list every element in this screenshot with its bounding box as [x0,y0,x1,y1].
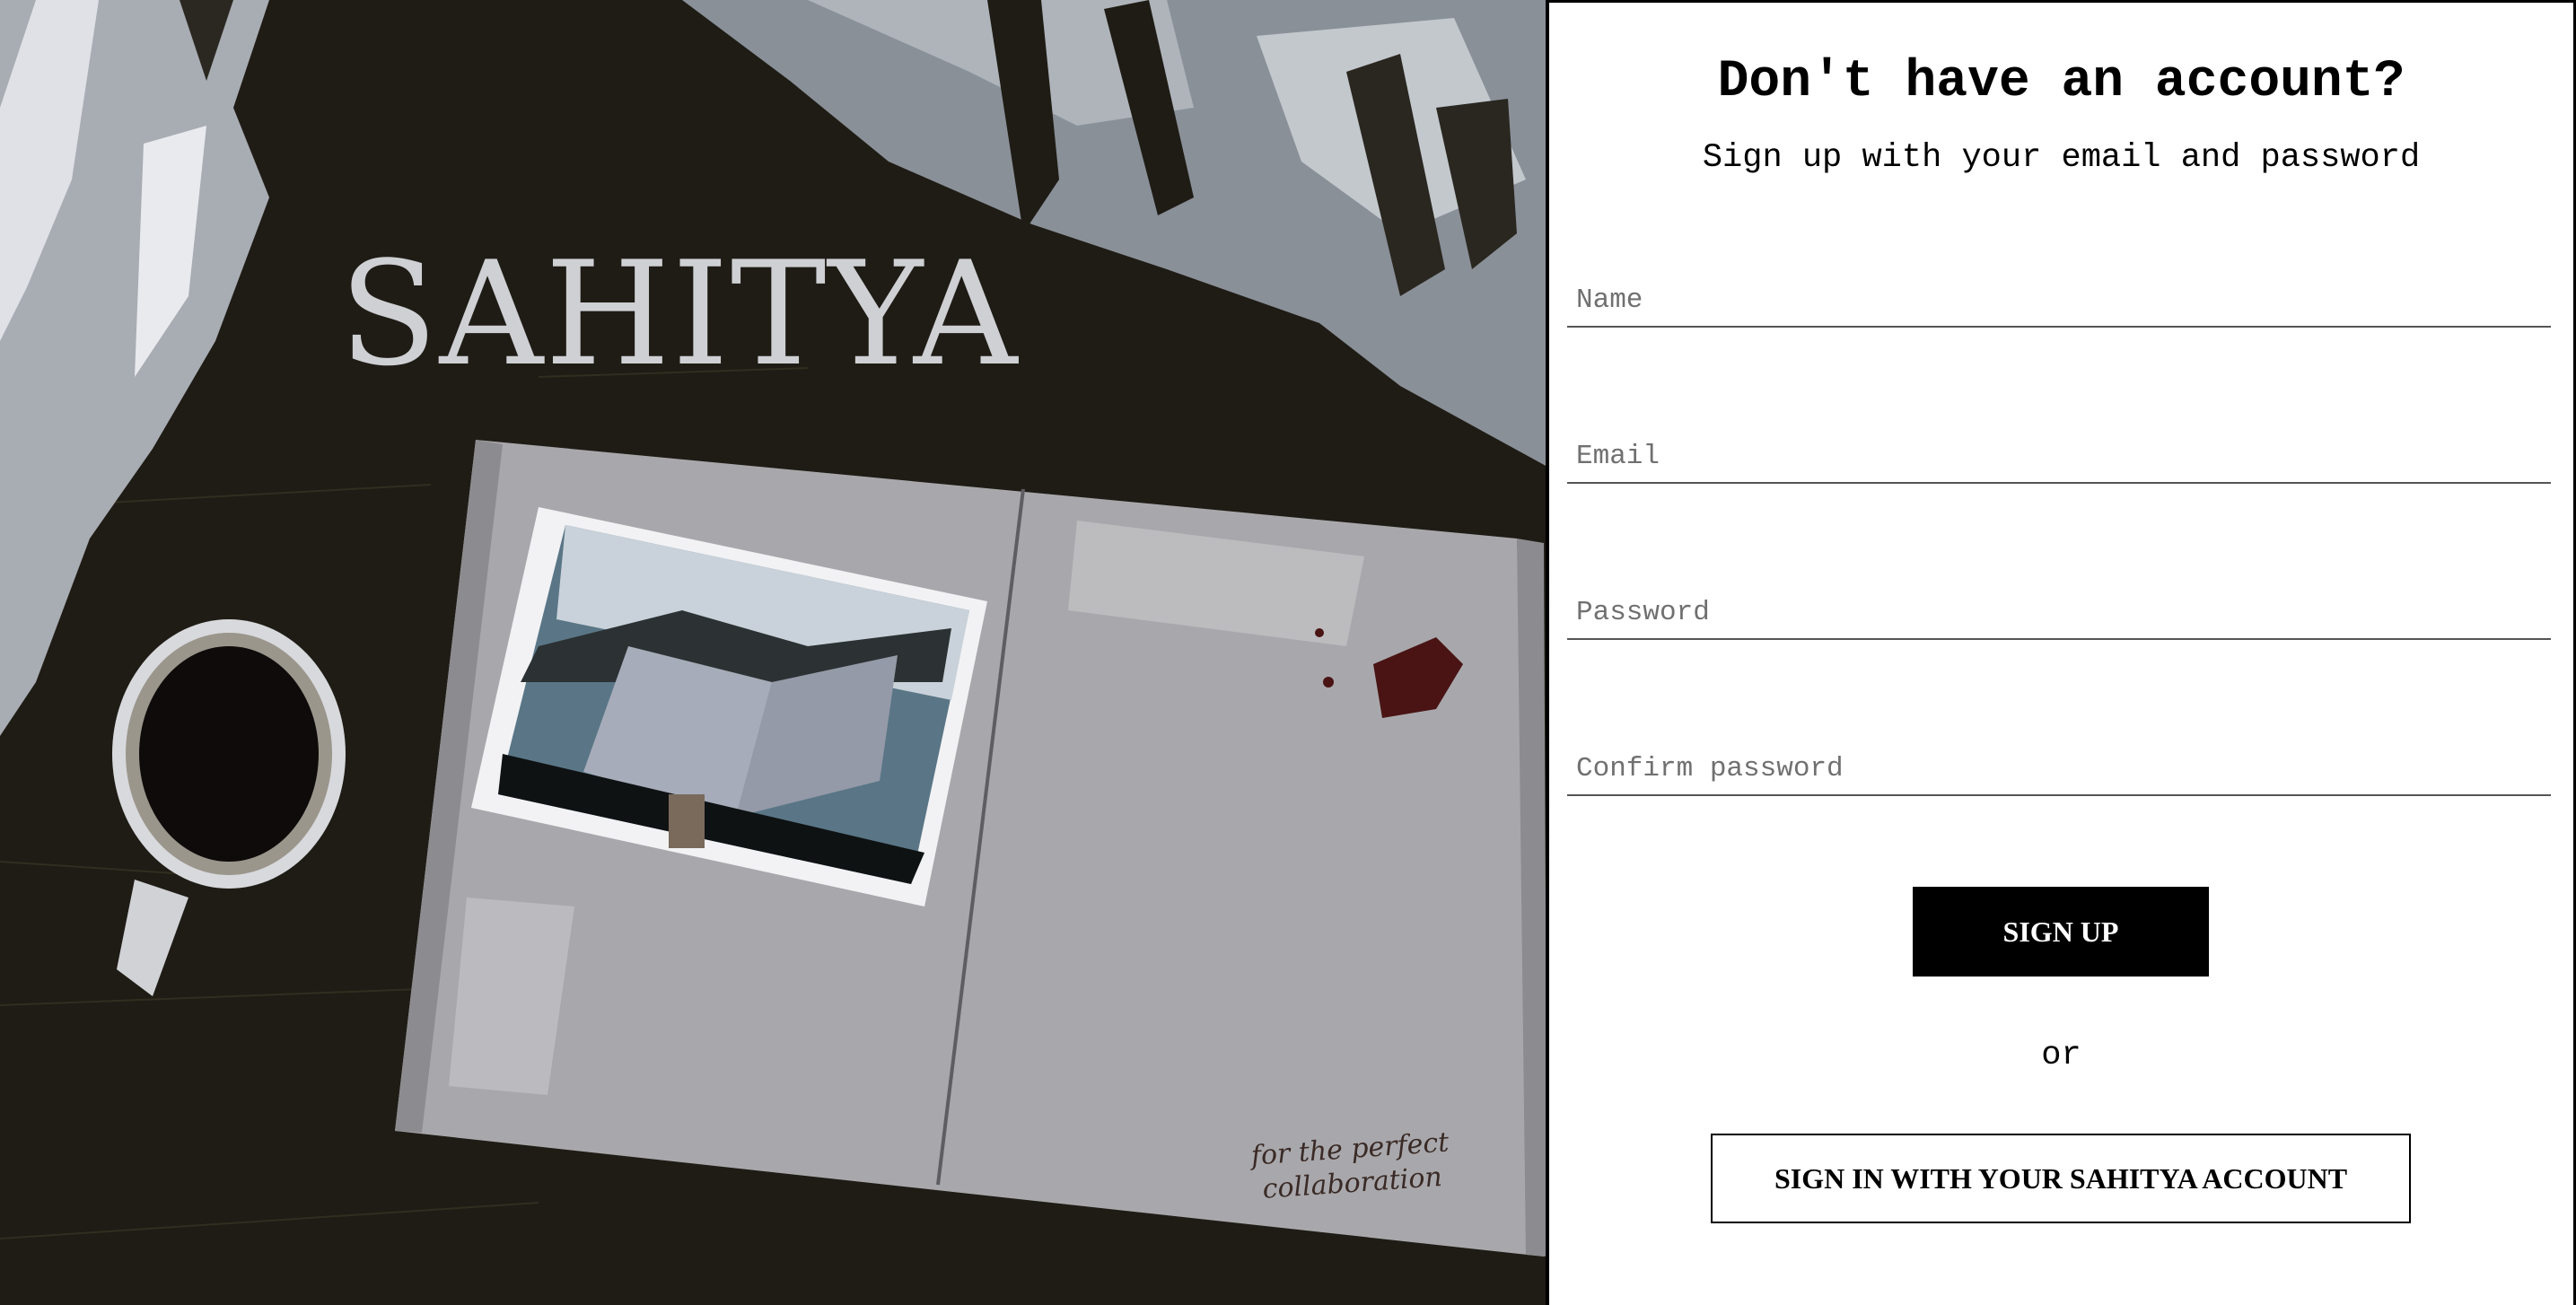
hero-artwork: SAHITYA for the perfect collaboration [0,0,1547,1305]
artwork-illustration [0,0,1547,1305]
brand-tagline: for the perfect collaboration [1250,1125,1452,1207]
signup-panel: Don't have an account? Sign up with your… [1549,0,2576,1305]
brand-logo-text: SAHITYA [339,230,1020,398]
or-separator: or [2041,1037,2081,1074]
signup-subtitle: Sign up with your email and password [1702,139,2421,177]
signup-title: Don't have an account? [1717,53,2405,111]
sign-in-sahitya-button[interactable]: SIGN IN WITH YOUR SAHITYA ACCOUNT [1711,1134,2411,1223]
password-input[interactable] [1567,586,2551,640]
sign-up-button[interactable]: SIGN UP [1913,887,2209,977]
name-input[interactable] [1567,274,2551,328]
email-input[interactable] [1567,430,2551,484]
confirm-password-input[interactable] [1567,742,2551,796]
